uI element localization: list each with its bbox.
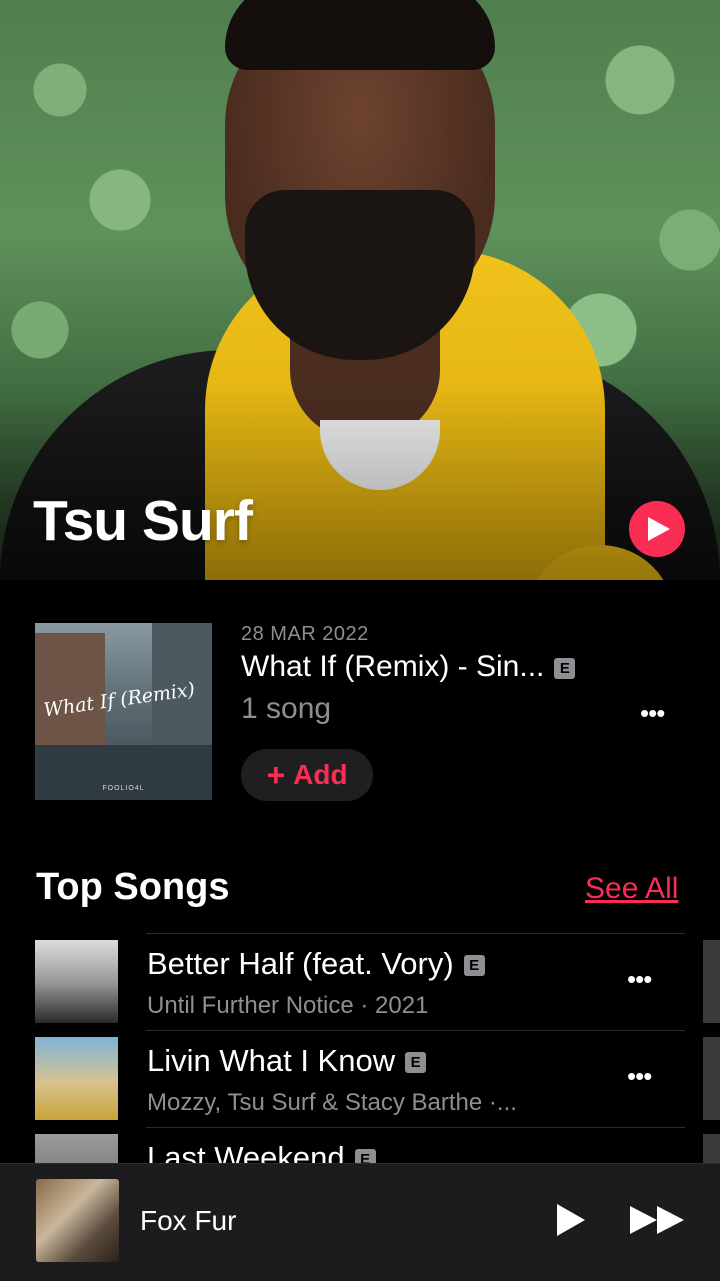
song-title: Livin What I Know xyxy=(147,1043,396,1078)
ellipsis-icon: ••• xyxy=(627,964,652,994)
ellipsis-icon: ••• xyxy=(640,698,665,728)
see-all-link[interactable]: See All xyxy=(585,872,678,906)
song-more-button[interactable]: ••• xyxy=(627,1061,652,1092)
song-subtitle: Mozzy, Tsu Surf & Stacy Barthe ·... xyxy=(147,1089,517,1116)
release-title-row[interactable]: What If (Remix) - Sin... E xyxy=(241,650,576,684)
next-column-artwork xyxy=(703,940,720,1023)
divider xyxy=(146,1127,685,1128)
ellipsis-icon: ••• xyxy=(627,1061,652,1091)
next-column-artwork xyxy=(703,1037,720,1120)
song-row[interactable]: Livin What I Know E Mozzy, Tsu Surf & Sta… xyxy=(0,1030,720,1134)
add-release-button[interactable]: + Add xyxy=(241,749,373,801)
latest-release[interactable]: What If (Remix) FOOLIO4L 28 MAR 2022 Wha… xyxy=(0,580,720,840)
song-title-row: Livin What I Know E xyxy=(147,1043,427,1079)
plus-icon: + xyxy=(266,756,286,793)
play-icon xyxy=(557,1204,585,1236)
fast-forward-icon xyxy=(630,1206,684,1234)
release-date: 28 MAR 2022 xyxy=(241,623,369,645)
song-row[interactable]: Better Half (feat. Vory) E Until Further … xyxy=(0,933,720,1037)
song-artwork xyxy=(35,1037,118,1120)
divider xyxy=(146,1030,685,1031)
explicit-badge: E xyxy=(405,1052,427,1074)
play-button[interactable] xyxy=(555,1202,587,1243)
release-song-count: 1 song xyxy=(241,692,332,725)
release-title: What If (Remix) - Sin... xyxy=(241,650,545,683)
top-songs-heading: Top Songs xyxy=(36,866,230,908)
add-label: Add xyxy=(293,759,348,790)
song-subtitle: Until Further Notice · 2021 xyxy=(147,992,429,1019)
divider xyxy=(146,933,685,934)
cover-artist-text: FOOLIO4L xyxy=(102,785,145,792)
play-artist-button[interactable] xyxy=(629,501,685,557)
release-more-button[interactable]: ••• xyxy=(640,698,665,729)
mini-player[interactable]: Fox Fur xyxy=(0,1163,720,1281)
song-title-row: Better Half (feat. Vory) E xyxy=(147,946,485,982)
release-cover-art[interactable]: What If (Remix) FOOLIO4L xyxy=(35,623,212,800)
skip-forward-button[interactable] xyxy=(630,1204,686,1241)
now-playing-title[interactable]: Fox Fur xyxy=(140,1205,236,1237)
artist-hero-image: Tsu Surf xyxy=(0,0,720,580)
song-title: Better Half (feat. Vory) xyxy=(147,946,454,981)
song-more-button[interactable]: ••• xyxy=(627,964,652,995)
artist-name: Tsu Surf xyxy=(33,489,253,553)
song-artwork xyxy=(35,940,118,1023)
now-playing-artwork[interactable] xyxy=(36,1179,119,1262)
explicit-badge: E xyxy=(554,657,576,679)
play-icon xyxy=(648,517,670,541)
explicit-badge: E xyxy=(463,955,485,977)
